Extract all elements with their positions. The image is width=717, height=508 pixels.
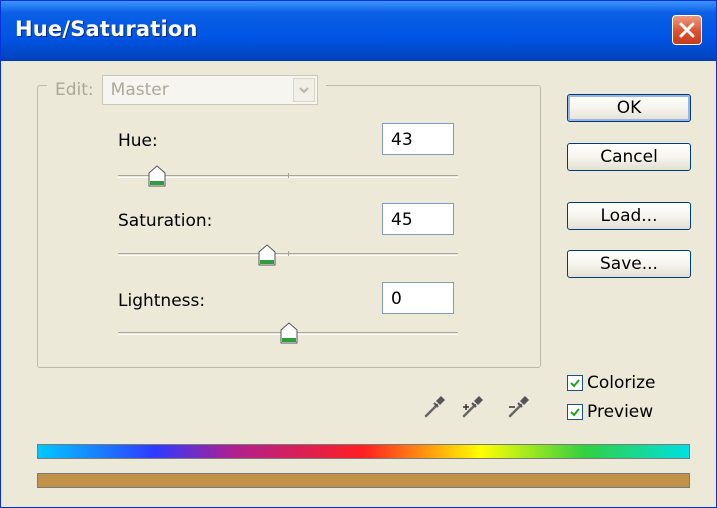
- hue-center-tick: [288, 173, 289, 178]
- load-button[interactable]: Load...: [567, 202, 691, 230]
- close-icon: [679, 22, 695, 38]
- edit-label: Edit:: [55, 80, 94, 100]
- dropdown-arrow-button[interactable]: [292, 78, 315, 102]
- lightness-label: Lightness:: [118, 291, 206, 311]
- saturation-center-tick: [288, 251, 289, 256]
- saturation-input[interactable]: 45: [382, 203, 454, 235]
- saturation-slider-track[interactable]: [118, 251, 458, 256]
- colorize-checkbox-row[interactable]: Colorize: [567, 373, 656, 393]
- ok-button[interactable]: OK: [567, 94, 691, 122]
- input-spectrum-bar: [37, 444, 690, 459]
- edit-channel-select[interactable]: Master: [101, 75, 318, 105]
- saturation-slider-thumb[interactable]: [258, 244, 276, 266]
- checkmark-icon: [570, 408, 580, 417]
- preview-checkbox-row[interactable]: Preview: [567, 402, 653, 422]
- colorize-label[interactable]: Colorize: [587, 373, 656, 393]
- dialog-title: Hue/Saturation: [15, 17, 198, 41]
- hue-label: Hue:: [118, 131, 158, 151]
- lightness-slider-thumb[interactable]: [280, 322, 298, 344]
- hue-input[interactable]: 43: [382, 123, 454, 155]
- hue-saturation-dialog: Hue/Saturation Edit: Master Hue: 43 Satu…: [0, 0, 717, 508]
- checkmark-icon: [570, 379, 580, 388]
- saturation-label: Saturation:: [118, 211, 213, 231]
- preview-checkbox[interactable]: [567, 404, 583, 420]
- chevron-down-icon: [298, 87, 309, 94]
- edit-row: Edit: Master: [47, 75, 326, 105]
- eyedropper-icon[interactable]: [422, 393, 448, 419]
- preview-label[interactable]: Preview: [587, 402, 653, 422]
- title-bar[interactable]: Hue/Saturation: [1, 1, 716, 61]
- edit-channel-value: Master: [110, 80, 169, 100]
- cancel-button[interactable]: Cancel: [567, 143, 691, 171]
- save-button[interactable]: Save...: [567, 250, 691, 278]
- hue-slider-thumb[interactable]: [148, 165, 166, 187]
- hue-slider-track[interactable]: [118, 173, 458, 178]
- eyedropper-minus-icon[interactable]: [506, 393, 532, 419]
- close-button[interactable]: [672, 15, 702, 45]
- output-color-bar: [37, 473, 690, 488]
- lightness-input[interactable]: 0: [382, 282, 454, 314]
- colorize-checkbox[interactable]: [567, 375, 583, 391]
- eyedropper-plus-icon[interactable]: [460, 393, 486, 419]
